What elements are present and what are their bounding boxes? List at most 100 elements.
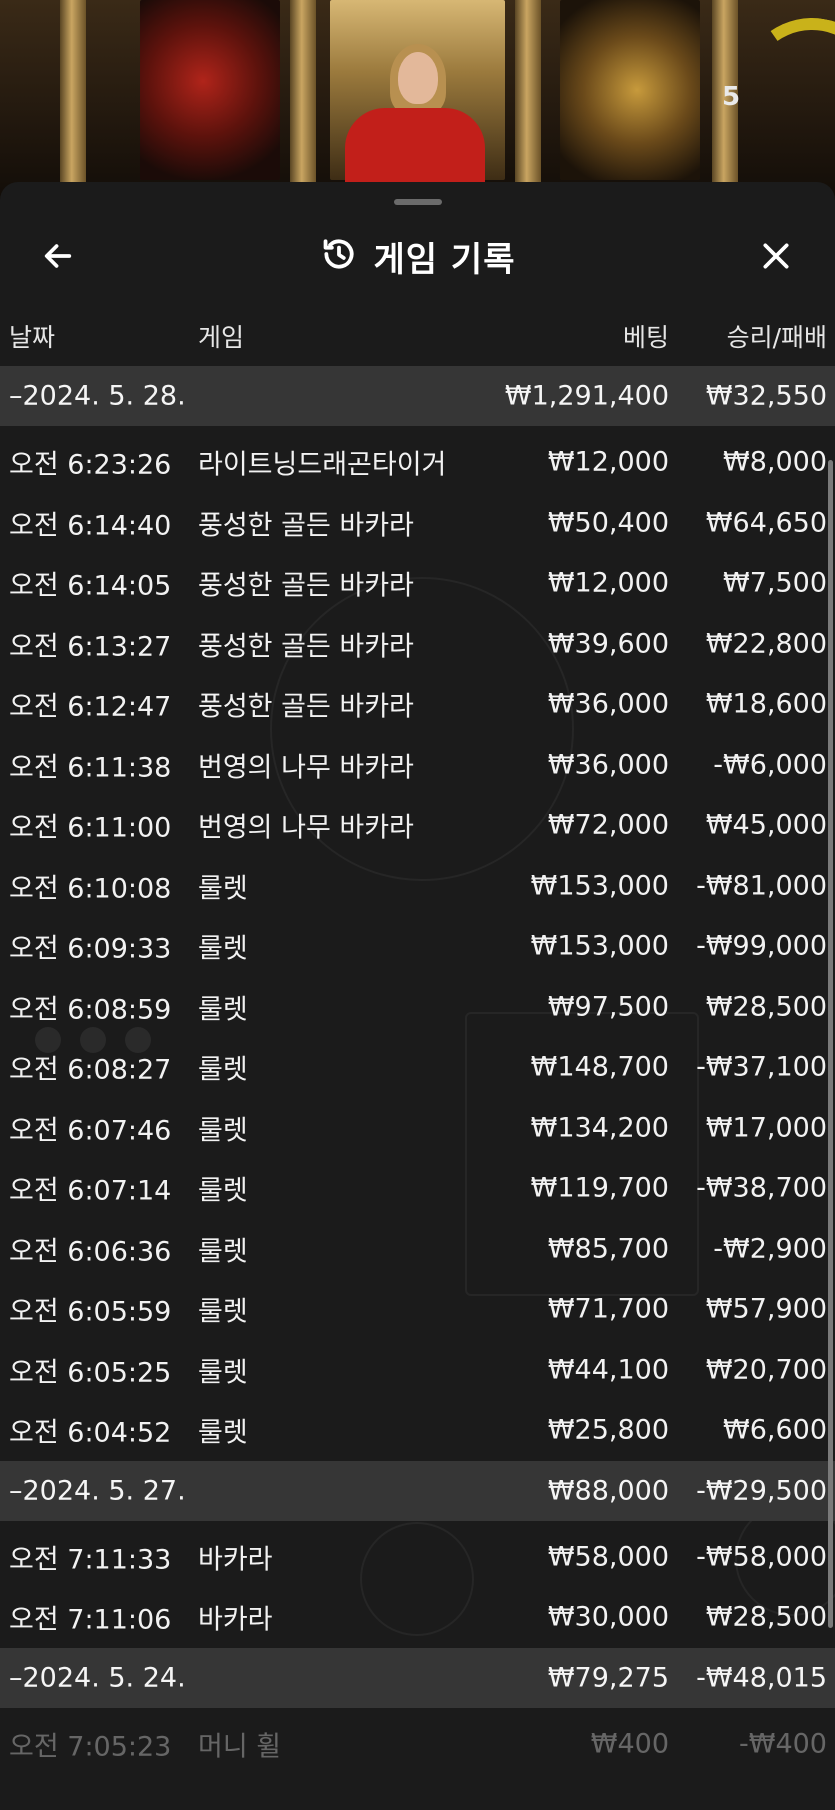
date-group-header[interactable]: –2024. 5. 28. ₩1,291,400 ₩32,550 bbox=[0, 366, 835, 426]
history-row[interactable]: 오전 6:14:05 풍성한 골든 바카라 ₩12,000 ₩7,500 bbox=[0, 553, 835, 614]
history-row[interactable]: 오전 6:05:59 룰렛 ₩71,700 ₩57,900 bbox=[0, 1279, 835, 1340]
row-time: 오전 6:23:26 bbox=[9, 449, 172, 481]
group-winloss-total: -₩48,015 bbox=[696, 1662, 827, 1693]
row-game: 룰렛 bbox=[198, 873, 248, 905]
row-game: 머니 휠 bbox=[198, 1731, 282, 1763]
row-time: 오전 6:05:25 bbox=[9, 1357, 172, 1389]
group-date: –2024. 5. 28. bbox=[9, 380, 186, 412]
row-time: 오전 6:07:14 bbox=[9, 1175, 172, 1207]
title-group: 게임 기록 bbox=[0, 222, 835, 290]
history-row[interactable]: 오전 6:11:38 번영의 나무 바카라 ₩36,000 -₩6,000 bbox=[0, 735, 835, 796]
column-date: 날짜 bbox=[9, 323, 56, 352]
row-time: 오전 7:05:23 bbox=[9, 1731, 172, 1763]
row-time: 오전 6:08:59 bbox=[9, 994, 172, 1026]
row-winloss: -₩58,000 bbox=[696, 1541, 827, 1573]
column-headers: 날짜 게임 베팅 승리/패배 bbox=[0, 310, 835, 356]
row-winloss: ₩18,600 bbox=[705, 688, 827, 720]
row-bet: ₩39,600 bbox=[547, 628, 669, 660]
row-time: 오전 6:10:08 bbox=[9, 873, 172, 905]
row-winloss: -₩400 bbox=[739, 1728, 827, 1760]
history-row[interactable]: 오전 6:04:52 룰렛 ₩25,800 ₩6,600 bbox=[0, 1400, 835, 1461]
row-game: 룰렛 bbox=[198, 994, 248, 1026]
history-row[interactable]: 오전 6:05:25 룰렛 ₩44,100 ₩20,700 bbox=[0, 1340, 835, 1401]
drag-handle[interactable] bbox=[394, 199, 442, 205]
row-game: 룰렛 bbox=[198, 1417, 248, 1449]
row-bet: ₩36,000 bbox=[547, 749, 669, 781]
row-bet: ₩12,000 bbox=[547, 446, 669, 478]
history-row[interactable]: 오전 6:11:00 번영의 나무 바카라 ₩72,000 ₩45,000 bbox=[0, 795, 835, 856]
gold-pillar bbox=[290, 0, 316, 200]
history-row[interactable]: 오전 7:11:33 바카라 ₩58,000 -₩58,000 bbox=[0, 1527, 835, 1588]
row-time: 오전 6:05:59 bbox=[9, 1296, 172, 1328]
history-row[interactable]: 오전 6:10:08 룰렛 ₩153,000 -₩81,000 bbox=[0, 856, 835, 917]
row-bet: ₩71,700 bbox=[547, 1293, 669, 1325]
row-game: 룰렛 bbox=[198, 1175, 248, 1207]
row-time: 오전 6:04:52 bbox=[9, 1417, 172, 1449]
row-winloss: ₩6,600 bbox=[723, 1414, 827, 1446]
row-bet: ₩30,000 bbox=[547, 1601, 669, 1633]
countdown-timer: 5 bbox=[722, 82, 741, 112]
history-row[interactable]: 오전 7:11:06 바카라 ₩30,000 ₩28,500 bbox=[0, 1587, 835, 1648]
row-bet: ₩44,100 bbox=[547, 1354, 669, 1386]
row-bet: ₩400 bbox=[590, 1728, 669, 1760]
group-winloss-total: ₩32,550 bbox=[705, 380, 827, 412]
history-row[interactable]: 오전 7:05:23 머니 휠 ₩400 -₩400 bbox=[0, 1714, 835, 1775]
row-game: 풍성한 골든 바카라 bbox=[198, 570, 414, 602]
row-bet: ₩148,700 bbox=[530, 1051, 669, 1083]
row-bet: ₩97,500 bbox=[547, 991, 669, 1023]
dealer-face bbox=[398, 52, 438, 104]
column-winloss: 승리/패배 bbox=[726, 323, 827, 352]
history-row[interactable]: 오전 6:08:59 룰렛 ₩97,500 ₩28,500 bbox=[0, 977, 835, 1038]
row-time: 오전 6:13:27 bbox=[9, 631, 172, 663]
row-game: 번영의 나무 바카라 bbox=[198, 812, 414, 844]
row-game: 풍성한 골든 바카라 bbox=[198, 691, 414, 723]
group-bet-total: ₩1,291,400 bbox=[504, 380, 669, 412]
group-bet-total: ₩88,000 bbox=[547, 1475, 669, 1506]
history-row[interactable]: 오전 6:07:14 룰렛 ₩119,700 -₩38,700 bbox=[0, 1158, 835, 1219]
row-bet: ₩153,000 bbox=[530, 930, 669, 962]
row-bet: ₩119,700 bbox=[530, 1172, 669, 1204]
date-group-header[interactable]: –2024. 5. 27. ₩88,000 -₩29,500 bbox=[0, 1460, 835, 1521]
history-row[interactable]: 오전 6:07:46 룰렛 ₩134,200 ₩17,000 bbox=[0, 1098, 835, 1159]
row-game: 룰렛 bbox=[198, 1054, 248, 1086]
row-winloss: ₩22,800 bbox=[705, 628, 827, 660]
group-winloss-total: -₩29,500 bbox=[696, 1475, 827, 1506]
row-time: 오전 7:11:33 bbox=[9, 1544, 172, 1576]
row-game: 바카라 bbox=[198, 1604, 273, 1636]
row-bet: ₩36,000 bbox=[547, 688, 669, 720]
gold-pillar bbox=[515, 0, 541, 200]
row-game: 풍성한 골든 바카라 bbox=[198, 510, 414, 542]
row-time: 오전 6:11:38 bbox=[9, 752, 172, 784]
history-row[interactable]: 오전 6:14:40 풍성한 골든 바카라 ₩50,400 ₩64,650 bbox=[0, 493, 835, 554]
scrollbar[interactable] bbox=[828, 460, 833, 1628]
row-winloss: -₩99,000 bbox=[696, 930, 827, 962]
history-list[interactable]: –2024. 5. 28. ₩1,291,400 ₩32,550 오전 6:23:26… bbox=[0, 366, 835, 1774]
column-bet: 베팅 bbox=[622, 323, 669, 352]
tiger-panel bbox=[560, 0, 700, 180]
history-row[interactable]: 오전 6:13:27 풍성한 골든 바카라 ₩39,600 ₩22,800 bbox=[0, 614, 835, 675]
group-bet-total: ₩79,275 bbox=[547, 1662, 669, 1693]
row-game: 번영의 나무 바카라 bbox=[198, 752, 414, 784]
dealer bbox=[345, 108, 485, 188]
history-row[interactable]: 오전 6:23:26 라이트닝드래곤타이거 ₩12,000 ₩8,000 bbox=[0, 432, 835, 493]
column-game: 게임 bbox=[198, 323, 245, 352]
row-game: 룰렛 bbox=[198, 933, 248, 965]
back-button[interactable] bbox=[36, 234, 80, 278]
history-clock-icon bbox=[320, 235, 358, 277]
date-group-header[interactable]: –2024. 5. 24. ₩79,275 -₩48,015 bbox=[0, 1647, 835, 1708]
dragon-panel bbox=[140, 0, 280, 180]
row-winloss: ₩28,500 bbox=[705, 991, 827, 1023]
history-row[interactable]: 오전 6:06:36 룰렛 ₩85,700 -₩2,900 bbox=[0, 1219, 835, 1280]
history-row[interactable]: 오전 6:12:47 풍성한 골든 바카라 ₩36,000 ₩18,600 bbox=[0, 674, 835, 735]
row-time: 오전 6:06:36 bbox=[9, 1236, 172, 1268]
row-game: 룰렛 bbox=[198, 1115, 248, 1147]
row-game: 룰렛 bbox=[198, 1296, 248, 1328]
row-winloss: -₩2,900 bbox=[713, 1233, 827, 1265]
row-time: 오전 6:12:47 bbox=[9, 691, 172, 723]
countdown-arc bbox=[728, 6, 835, 174]
group-date: –2024. 5. 24. bbox=[9, 1662, 186, 1693]
header-bar: 게임 기록 bbox=[0, 222, 835, 290]
history-row[interactable]: 오전 6:09:33 룰렛 ₩153,000 -₩99,000 bbox=[0, 916, 835, 977]
history-row[interactable]: 오전 6:08:27 룰렛 ₩148,700 -₩37,100 bbox=[0, 1037, 835, 1098]
close-button[interactable] bbox=[754, 234, 798, 278]
